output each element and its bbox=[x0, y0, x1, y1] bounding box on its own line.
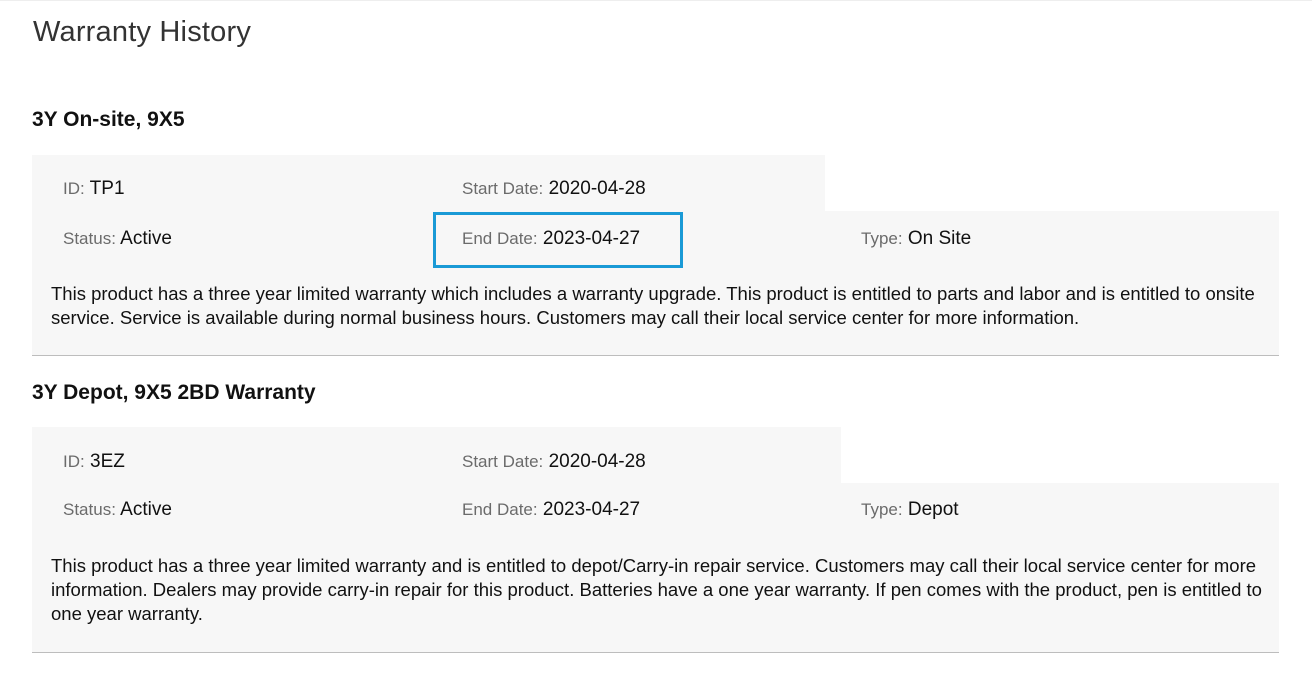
start-date-field: Start Date: 2020-04-28 bbox=[462, 178, 646, 199]
start-date-label: Start Date bbox=[462, 179, 539, 198]
warranty-description: This product has a three year limited wa… bbox=[51, 283, 1255, 328]
warranty-title: 3Y On-site, 9X5 bbox=[32, 108, 185, 131]
start-date-value: 2020-04-28 bbox=[548, 178, 646, 199]
status-value: Active bbox=[120, 499, 172, 520]
start-date-label: Start Date bbox=[462, 452, 539, 471]
id-value: TP1 bbox=[89, 178, 125, 199]
id-value: 3EZ bbox=[90, 451, 125, 472]
end-date-label: End Date bbox=[462, 500, 533, 519]
page-title: Warranty History bbox=[33, 16, 252, 48]
type-value: Depot bbox=[907, 499, 959, 520]
warranty-id-field: ID: 3EZ bbox=[63, 451, 125, 472]
start-date-value: 2020-04-28 bbox=[548, 451, 646, 472]
status-label: Status bbox=[63, 229, 112, 248]
status-field: Status: Active bbox=[63, 499, 172, 520]
id-label: ID bbox=[63, 179, 80, 198]
type-value: On Site bbox=[907, 228, 972, 249]
status-label: Status bbox=[63, 500, 112, 519]
end-date-field: End Date: 2023-04-27 bbox=[462, 499, 641, 520]
end-date-value: 2023-04-27 bbox=[542, 499, 641, 520]
top-divider bbox=[0, 0, 1312, 1]
status-value: Active bbox=[120, 228, 172, 249]
type-field: Type: Depot bbox=[861, 499, 959, 520]
id-label: ID bbox=[63, 452, 80, 471]
panel-top-strip bbox=[32, 427, 841, 483]
warranty-card: 3Y On-site, 9X5 ID: TP1 Start Date: 2020… bbox=[32, 108, 1279, 356]
start-date-field: Start Date: 2020-04-28 bbox=[462, 451, 646, 472]
type-label: Type bbox=[861, 229, 898, 248]
warranty-id-field: ID: TP1 bbox=[63, 178, 125, 199]
status-field: Status: Active bbox=[63, 228, 172, 249]
panel-top-strip bbox=[32, 155, 825, 211]
type-label: Type bbox=[861, 500, 898, 519]
warranty-card: 3Y Depot, 9X5 2BD Warranty ID: 3EZ Start… bbox=[32, 381, 1279, 655]
warranty-description: This product has a three year limited wa… bbox=[51, 555, 1262, 624]
type-field: Type: On Site bbox=[861, 228, 972, 249]
end-date-highlight-box bbox=[433, 212, 683, 268]
warranty-title: 3Y Depot, 9X5 2BD Warranty bbox=[32, 381, 316, 404]
